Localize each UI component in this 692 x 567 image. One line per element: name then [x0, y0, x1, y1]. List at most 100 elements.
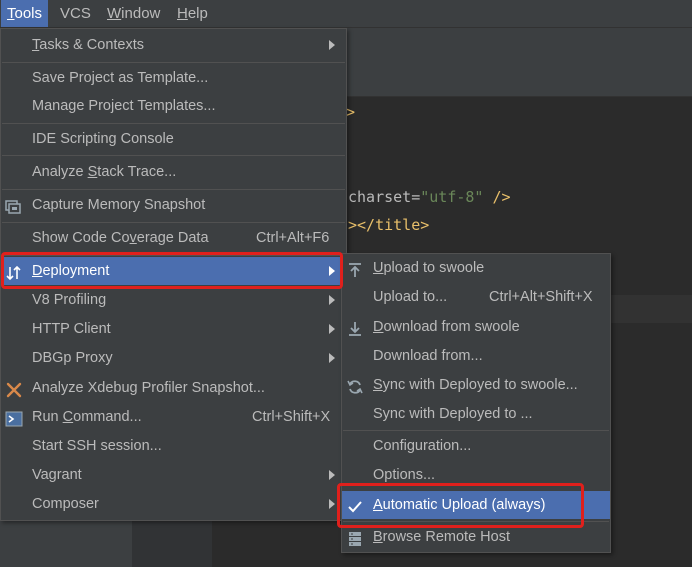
shortcut-label: Ctrl+Alt+F6	[256, 230, 330, 246]
menu-item-browse-remote-host[interactable]: Browse Remote Host	[342, 523, 610, 551]
menu-item-label: Automatic Upload (always)	[373, 497, 546, 513]
menu-item-sync-swoole[interactable]: Sync with Deployed to swoole...	[342, 371, 610, 399]
download-icon	[346, 319, 364, 336]
upload-icon	[346, 260, 364, 277]
checkmark-icon	[346, 497, 364, 513]
menu-item-label: Save Project as Template...	[32, 70, 209, 86]
menu-item-automatic-upload[interactable]: Automatic Upload (always)	[342, 491, 610, 519]
shortcut-label: Ctrl+Shift+X	[252, 409, 331, 425]
menu-item-label: Configuration...	[373, 438, 472, 454]
menu-separator	[2, 222, 345, 223]
code-line-1: >	[346, 103, 356, 121]
deployment-icon	[5, 263, 23, 281]
menu-item-sync-with-deployed[interactable]: Sync with Deployed to ...	[342, 400, 610, 428]
menu-item-label: V8 Profiling	[32, 292, 107, 308]
deployment-submenu: Upload to swoole Upload to... Ctrl+Alt+S…	[341, 253, 611, 553]
submenu-arrow-icon	[329, 499, 335, 509]
menu-item-label: Vagrant	[32, 467, 82, 483]
menu-item-download-from[interactable]: Download from...	[342, 342, 610, 370]
menu-item-label: Upload to swoole	[373, 260, 485, 276]
gutter	[132, 519, 212, 567]
menu-item-label: DBGp Proxy	[32, 350, 113, 366]
menu-item-analyze-stack-trace[interactable]: Analyze Stack Trace...	[1, 158, 346, 186]
menu-item-label: HTTP Client	[32, 321, 111, 337]
menu-item-configuration[interactable]: Configuration...	[342, 432, 610, 460]
menu-item-upload-to-swoole[interactable]: Upload to swoole	[342, 254, 610, 282]
menu-item-label: Download from...	[373, 348, 483, 364]
menu-separator	[343, 521, 609, 522]
menu-item-save-template[interactable]: Save Project as Template...	[1, 64, 346, 92]
menu-item-label: Deployment	[32, 263, 110, 279]
memory-snapshot-icon	[5, 197, 23, 214]
current-line	[610, 295, 692, 323]
code-line-3: ></title>	[348, 216, 430, 234]
menu-item-analyze-xdebug[interactable]: Analyze Xdebug Profiler Snapshot...	[1, 374, 346, 402]
menu-item-label: Upload to...	[373, 289, 448, 305]
menu-item-options[interactable]: Options...	[342, 461, 610, 489]
menu-item-label: Manage Project Templates...	[32, 98, 216, 114]
menu-item-run-command[interactable]: Run Command... Ctrl+Shift+X	[1, 403, 346, 431]
submenu-arrow-icon	[329, 353, 335, 363]
menu-item-deployment[interactable]: Deployment	[1, 257, 346, 285]
menu-item-capture-memory-snapshot[interactable]: Capture Memory Snapshot	[1, 191, 346, 219]
menu-tools[interactable]: Tools	[1, 0, 49, 27]
menu-item-label: Sync with Deployed to ...	[373, 406, 533, 422]
menu-tools-label: ools	[14, 5, 43, 22]
code-line-2: charset="utf-8" />	[348, 188, 511, 206]
menu-separator	[2, 255, 345, 256]
menu-item-label: Tasks & Contexts	[32, 37, 145, 53]
terminal-icon	[5, 409, 23, 427]
submenu-arrow-icon	[329, 266, 335, 276]
menu-item-download-from-swoole[interactable]: Download from swoole	[342, 313, 610, 341]
menu-item-upload-to[interactable]: Upload to... Ctrl+Alt+Shift+X	[342, 283, 610, 311]
menu-item-manage-templates[interactable]: Manage Project Templates...	[1, 92, 346, 120]
menu-item-label: Download from swoole	[373, 319, 520, 335]
menu-item-label: Show Code Coverage Data	[32, 230, 209, 246]
menu-item-code-coverage[interactable]: Show Code Coverage Data Ctrl+Alt+F6	[1, 224, 346, 252]
editor-toolbar	[346, 28, 692, 66]
menu-item-composer[interactable]: Composer	[1, 490, 346, 518]
menu-item-ide-scripting-console[interactable]: IDE Scripting Console	[1, 125, 346, 153]
tools-menu: Tasks & Contexts Save Project as Templat…	[0, 28, 347, 521]
menu-item-start-ssh[interactable]: Start SSH session...	[1, 432, 346, 460]
menu-item-label: Options...	[373, 467, 436, 483]
editor-tabs	[346, 66, 692, 97]
menu-window-mnemonic: W	[107, 5, 122, 22]
menu-item-label: Start SSH session...	[32, 438, 162, 454]
menu-item-label: Capture Memory Snapshot	[32, 197, 206, 213]
menu-item-label: Analyze Stack Trace...	[32, 164, 177, 180]
menu-help-mnemonic: H	[177, 5, 188, 22]
submenu-arrow-icon	[329, 295, 335, 305]
menu-tools-mnemonic: T	[7, 5, 15, 22]
menu-item-label: Run Command...	[32, 409, 142, 425]
submenu-arrow-icon	[329, 40, 335, 50]
menu-vcs[interactable]: VCS	[54, 0, 97, 27]
menu-separator	[343, 430, 609, 431]
menu-item-label: Composer	[32, 496, 99, 512]
menu-help[interactable]: Help	[171, 0, 214, 27]
menu-item-v8-profiling[interactable]: V8 Profiling	[1, 286, 346, 314]
menu-separator	[2, 189, 345, 190]
menu-window[interactable]: Window	[101, 0, 166, 27]
menu-item-tasks-contexts[interactable]: Tasks & Contexts	[1, 31, 346, 59]
menu-item-label: Analyze Xdebug Profiler Snapshot...	[32, 380, 265, 396]
xdebug-icon	[5, 380, 23, 398]
menu-window-label: indow	[121, 5, 161, 22]
shortcut-label: Ctrl+Alt+Shift+X	[489, 289, 593, 305]
project-panel	[0, 519, 132, 567]
menu-item-dbgp-proxy[interactable]: DBGp Proxy	[1, 344, 346, 372]
menu-help-label: elp	[187, 5, 208, 22]
submenu-arrow-icon	[329, 324, 335, 334]
sync-icon	[346, 377, 364, 394]
menu-separator	[2, 62, 345, 63]
menu-item-label: Sync with Deployed to swoole...	[373, 377, 578, 393]
menu-separator	[2, 123, 345, 124]
submenu-arrow-icon	[329, 470, 335, 480]
menu-item-label: IDE Scripting Console	[32, 131, 174, 147]
menu-separator	[2, 155, 345, 156]
menu-vcs-label: VCS	[60, 5, 91, 22]
remote-host-icon	[346, 529, 364, 546]
menu-bar: Tools VCS Window Help	[0, 0, 692, 28]
menu-item-vagrant[interactable]: Vagrant	[1, 461, 346, 489]
menu-item-http-client[interactable]: HTTP Client	[1, 315, 346, 343]
